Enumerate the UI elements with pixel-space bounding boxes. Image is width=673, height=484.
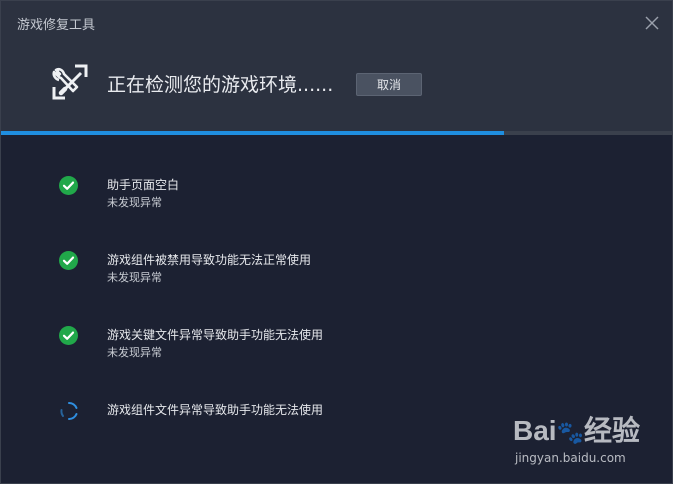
progress-fill — [1, 131, 505, 135]
window-header: 游戏修复工具 正在检测您的游戏环境...... 取消 — [1, 1, 672, 135]
watermark-brand: Bai🐾经验 — [513, 415, 640, 446]
baidu-watermark: Bai🐾经验 jingyan.baidu.com — [513, 409, 663, 471]
check-item-component-disabled: 游戏组件被禁用导致功能无法正常使用 未发现异常 — [1, 248, 672, 298]
check-item-title: 助手页面空白 — [107, 178, 180, 192]
scan-progress-bar — [1, 131, 672, 135]
success-check-icon — [59, 176, 78, 195]
check-item-title: 游戏组件被禁用导致功能无法正常使用 — [107, 253, 312, 267]
wrench-icon — [51, 63, 89, 101]
check-item-title: 游戏关键文件异常导致助手功能无法使用 — [107, 328, 324, 342]
check-item-status: 未发现异常 — [107, 346, 162, 359]
scan-status-heading: 正在检测您的游戏环境...... — [107, 74, 334, 96]
success-check-icon — [59, 251, 78, 270]
check-item-title: 游戏组件文件异常导致助手功能无法使用 — [107, 403, 324, 417]
success-check-icon — [59, 326, 78, 345]
check-item-key-file: 游戏关键文件异常导致助手功能无法使用 未发现异常 — [1, 323, 672, 373]
cancel-button[interactable]: 取消 — [356, 73, 422, 96]
check-item-status: 未发现异常 — [107, 271, 162, 284]
watermark-url: jingyan.baidu.com — [515, 451, 626, 465]
check-item-page-blank: 助手页面空白 未发现异常 — [1, 173, 672, 223]
window-title: 游戏修复工具 — [17, 18, 96, 33]
close-icon[interactable] — [642, 13, 662, 33]
check-item-status: 未发现异常 — [107, 196, 162, 209]
loading-spinner-icon — [59, 401, 79, 421]
repair-tool-window: 游戏修复工具 正在检测您的游戏环境...... 取消 助手页面空白 未发现异常 … — [0, 0, 673, 484]
